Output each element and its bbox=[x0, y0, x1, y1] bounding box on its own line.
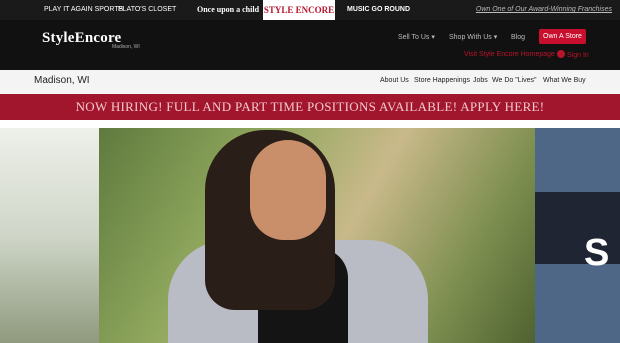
location-bar: Madison, WI bbox=[0, 70, 620, 94]
visit-homepage-link[interactable]: Visit Style Encore Homepage bbox=[464, 51, 555, 58]
brand-link-once-upon-a-child[interactable]: Once upon a child bbox=[197, 0, 259, 20]
nav-sell-to-us[interactable]: Sell To Us ▾ bbox=[398, 30, 435, 46]
location-title: Madison, WI bbox=[34, 75, 90, 86]
hero-left-slide-image bbox=[0, 128, 99, 343]
own-a-store-button[interactable]: Own A Store bbox=[539, 29, 586, 44]
sign-in-label: Sign In bbox=[567, 52, 589, 59]
logo-location: Madison, WI bbox=[112, 44, 140, 50]
brand-bar: PLAY IT AGAIN SPORTS PLATO'S CLOSET Once… bbox=[0, 0, 620, 20]
brand-link-style-encore[interactable]: STYLE ENCORE bbox=[263, 0, 335, 20]
hero-carousel[interactable]: S bbox=[0, 120, 620, 343]
nav-blog[interactable]: Blog bbox=[511, 30, 525, 46]
brand-link-music-go-round[interactable]: MUSIC GO ROUND bbox=[347, 0, 410, 20]
style-encore-logo[interactable]: StyleEncore bbox=[42, 30, 121, 47]
hero-side-letter: S bbox=[584, 232, 610, 274]
sign-in-link[interactable]: Sign In bbox=[557, 50, 589, 59]
now-hiring-banner[interactable]: NOW HIRING! FULL AND PART TIME POSITIONS… bbox=[0, 94, 620, 120]
franchise-link[interactable]: Own One of Our Award-Winning Franchises bbox=[476, 0, 612, 20]
nav-shop-with-us[interactable]: Shop With Us ▾ bbox=[449, 30, 497, 46]
hero-person-face bbox=[250, 140, 326, 240]
brand-link-play-it-again-sports[interactable]: PLAY IT AGAIN SPORTS bbox=[44, 0, 123, 20]
user-icon bbox=[557, 50, 565, 58]
brand-link-platos-closet[interactable]: PLATO'S CLOSET bbox=[118, 0, 176, 20]
site-header: StyleEncore Madison, WI Sell To Us ▾ Sho… bbox=[0, 20, 620, 70]
